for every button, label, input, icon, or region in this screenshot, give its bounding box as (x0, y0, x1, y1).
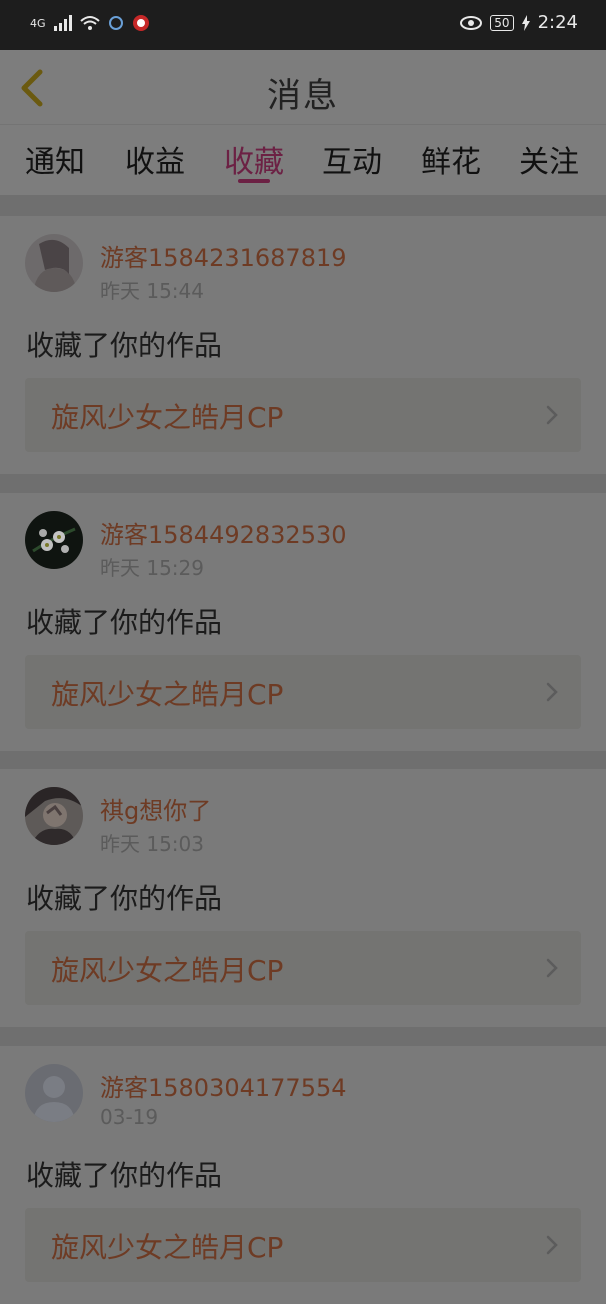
username[interactable]: 游客1584231687819 (100, 238, 347, 273)
tab-flowers[interactable]: 鲜花 (406, 137, 496, 181)
username[interactable]: 游客1584492832530 (100, 515, 347, 550)
work-title: 旋风少女之皓月CP (51, 678, 284, 711)
tab-interactions[interactable]: 互动 (307, 137, 397, 181)
flower-photo-icon (25, 511, 83, 569)
timestamp: 03-19 (100, 1105, 159, 1129)
action-text: 收藏了你的作品 (26, 882, 223, 915)
default-user-icon (25, 1064, 83, 1122)
timestamp: 昨天 15:44 (100, 279, 204, 303)
chevron-right-icon (546, 405, 558, 425)
username[interactable]: 游客1580304177554 (100, 1068, 347, 1103)
status-right: 50 2:24 (460, 12, 578, 33)
action-text: 收藏了你的作品 (26, 606, 223, 639)
app-badge-icon (132, 15, 149, 31)
action-text: 收藏了你的作品 (26, 1159, 223, 1192)
list-item: 游客1584492832530 昨天 15:29 收藏了你的作品 旋风少女之皓月… (0, 493, 606, 751)
user-photo-icon (25, 787, 83, 845)
work-title: 旋风少女之皓月CP (51, 954, 284, 987)
charging-icon (521, 14, 530, 31)
chevron-right-icon (546, 1235, 558, 1255)
active-tab-indicator (238, 179, 270, 183)
chevron-right-icon (546, 682, 558, 702)
avatar[interactable] (25, 234, 83, 292)
username[interactable]: 祺g想你了 (100, 791, 211, 826)
work-link[interactable]: 旋风少女之皓月CP (25, 1208, 581, 1282)
chevron-right-icon (546, 958, 558, 978)
timestamp: 昨天 15:03 (100, 832, 204, 856)
app-notification-icon (108, 16, 123, 30)
user-photo-icon (25, 234, 83, 292)
timestamp: 昨天 15:29 (100, 556, 204, 580)
avatar[interactable] (25, 511, 83, 569)
list-item: 祺g想你了 昨天 15:03 收藏了你的作品 旋风少女之皓月CP (0, 769, 606, 1027)
tab-bar: 通知 收益 收藏 互动 鲜花 关注 (0, 125, 606, 195)
tab-following[interactable]: 关注 (504, 137, 594, 181)
action-text: 收藏了你的作品 (26, 329, 223, 362)
eye-icon (460, 15, 483, 30)
signal-icon (53, 15, 72, 31)
app-header: 消息 (0, 50, 606, 125)
page-title: 消息 (267, 76, 339, 116)
battery-indicator: 50 (490, 14, 514, 31)
list-item: 游客1584231687819 昨天 15:44 收藏了你的作品 旋风少女之皓月… (0, 216, 606, 474)
work-link[interactable]: 旋风少女之皓月CP (25, 378, 581, 452)
wifi-icon (79, 16, 100, 30)
list-item: 游客1580304177554 03-19 收藏了你的作品 旋风少女之皓月CP (0, 1046, 606, 1304)
work-title: 旋风少女之皓月CP (51, 1231, 284, 1264)
status-left: 4G (30, 14, 150, 32)
tab-favorites[interactable]: 收藏 (209, 137, 299, 181)
network-type: 4G (30, 16, 46, 30)
favorites-feed: 游客1584231687819 昨天 15:44 收藏了你的作品 旋风少女之皓月… (0, 195, 606, 1304)
clock: 2:24 (537, 12, 578, 33)
avatar[interactable] (25, 1064, 83, 1122)
tab-notifications[interactable]: 通知 (10, 137, 100, 181)
status-bar: 4G 50 2:24 (0, 0, 606, 50)
tab-earnings[interactable]: 收益 (110, 137, 200, 181)
avatar[interactable] (25, 787, 83, 845)
work-title: 旋风少女之皓月CP (51, 401, 284, 434)
work-link[interactable]: 旋风少女之皓月CP (25, 655, 581, 729)
work-link[interactable]: 旋风少女之皓月CP (25, 931, 581, 1005)
